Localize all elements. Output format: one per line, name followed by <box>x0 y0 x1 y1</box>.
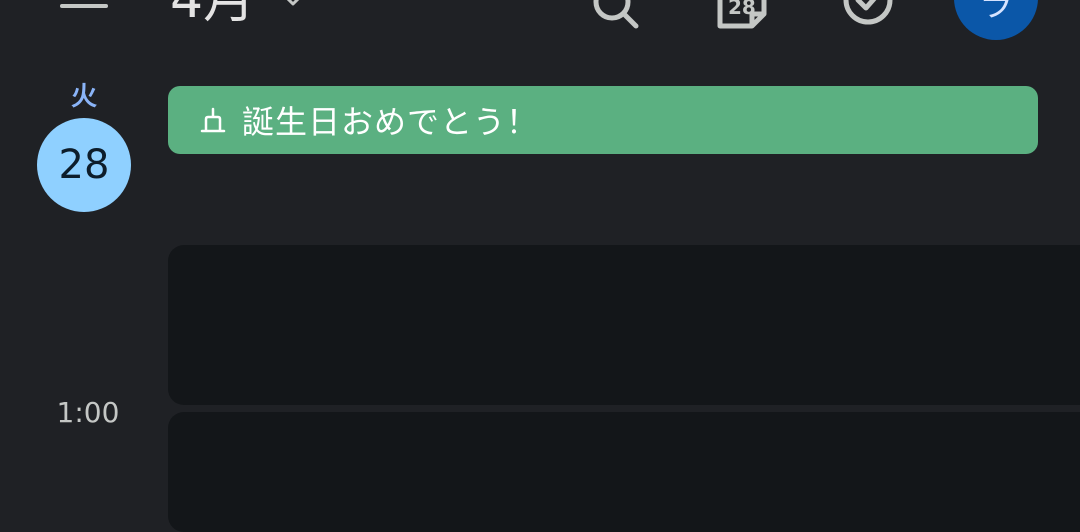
allday-event-title: 誕生日おめでとう！ <box>242 103 540 141</box>
day-header[interactable]: 火 28 <box>36 80 132 212</box>
time-label-1am: 1:00 <box>56 396 120 429</box>
top-app-bar: 4月 28 ラ <box>0 0 1080 50</box>
month-title[interactable]: 4月 <box>170 0 255 30</box>
tasks-icon[interactable] <box>840 0 896 34</box>
timed-event-block[interactable] <box>168 245 1080 405</box>
avatar-initial: ラ <box>979 0 1013 25</box>
cake-icon <box>200 107 226 133</box>
allday-event-chip[interactable]: 誕生日おめでとう！ <box>168 86 1038 154</box>
calendar-icon[interactable]: 28 <box>714 0 770 34</box>
today-date-badge[interactable]: 28 <box>37 118 131 212</box>
chevron-down-icon[interactable] <box>282 0 304 8</box>
timed-event-block[interactable] <box>168 412 1080 532</box>
menu-icon[interactable] <box>58 0 110 20</box>
day-weekday: 火 <box>70 82 97 112</box>
avatar[interactable]: ラ <box>954 0 1038 40</box>
search-icon[interactable] <box>588 0 644 34</box>
calendar-icon-number: 28 <box>728 0 756 19</box>
